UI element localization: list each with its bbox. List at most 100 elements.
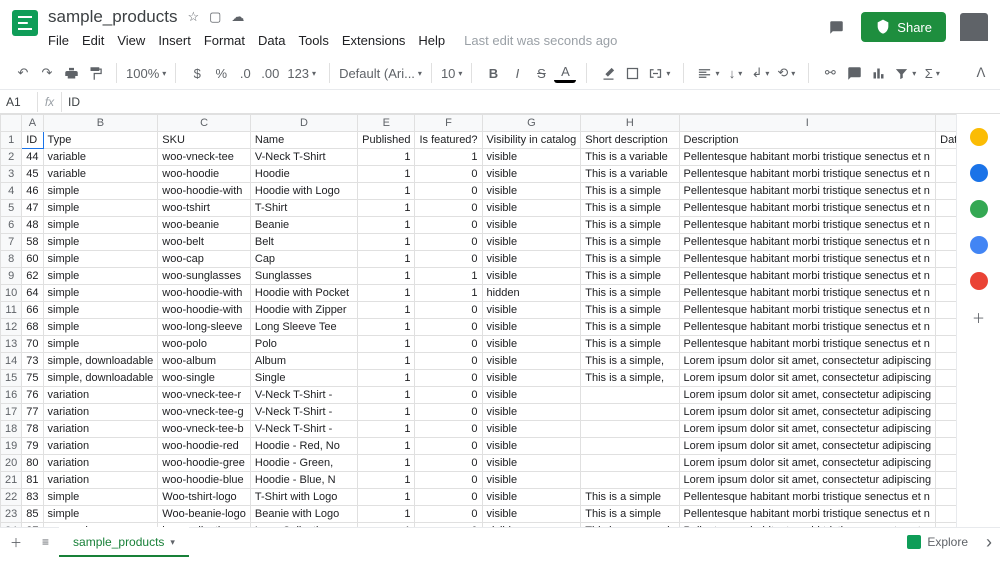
cell[interactable]: This is a simple — [581, 200, 679, 217]
cell[interactable]: Is featured? — [415, 132, 482, 149]
cell[interactable]: simple — [43, 302, 158, 319]
cell[interactable]: 1 — [358, 149, 415, 166]
cell[interactable]: 0 — [415, 455, 482, 472]
cell[interactable]: SKU — [158, 132, 251, 149]
cell[interactable]: woo-vneck-tee-g — [158, 404, 251, 421]
doc-title[interactable]: sample_products — [48, 7, 177, 27]
row-header[interactable]: 21 — [1, 472, 22, 489]
cell[interactable]: woo-vneck-tee-r — [158, 387, 251, 404]
cell[interactable]: 1 — [358, 166, 415, 183]
cell[interactable]: This is a grouped — [581, 523, 679, 528]
cell[interactable]: simple — [43, 268, 158, 285]
cell[interactable]: This is a variable — [581, 149, 679, 166]
cell[interactable]: 64 — [22, 285, 43, 302]
cell[interactable]: variation — [43, 421, 158, 438]
cell[interactable]: This is a simple — [581, 268, 679, 285]
cell[interactable]: woo-vneck-tee — [158, 149, 251, 166]
redo-button[interactable]: ↷ — [36, 61, 58, 85]
cell[interactable]: Lorem ipsum dolor sit amet, consectetur … — [679, 472, 936, 489]
menu-file[interactable]: File — [48, 33, 69, 48]
cell[interactable] — [936, 353, 956, 370]
name-box[interactable]: A1 — [0, 92, 38, 112]
cell[interactable]: 1 — [358, 336, 415, 353]
cell[interactable]: This is a simple — [581, 489, 679, 506]
cell[interactable] — [936, 336, 956, 353]
cell[interactable]: woo-cap — [158, 251, 251, 268]
zoom-select[interactable]: 100% — [123, 61, 169, 85]
cell[interactable]: V-Neck T-Shirt - — [250, 387, 357, 404]
cell[interactable]: visible — [482, 421, 581, 438]
cell[interactable]: 0 — [415, 336, 482, 353]
cell[interactable]: visible — [482, 268, 581, 285]
cell[interactable]: Short description — [581, 132, 679, 149]
cell[interactable] — [936, 166, 956, 183]
cell[interactable]: Hoodie with Logo — [250, 183, 357, 200]
strike-button[interactable]: S — [530, 61, 552, 85]
cell[interactable]: Pellentesque habitant morbi tristique se… — [679, 217, 936, 234]
cell[interactable] — [936, 438, 956, 455]
cell[interactable]: 75 — [22, 370, 43, 387]
cell[interactable] — [936, 285, 956, 302]
col-J[interactable]: J — [936, 115, 956, 132]
cell[interactable]: variation — [43, 455, 158, 472]
cell[interactable] — [936, 506, 956, 523]
cell[interactable]: visible — [482, 438, 581, 455]
cell[interactable]: Lorem ipsum dolor sit amet, consectetur … — [679, 370, 936, 387]
cell[interactable]: This is a simple — [581, 302, 679, 319]
cell[interactable]: 73 — [22, 353, 43, 370]
cell[interactable]: logo-collection — [158, 523, 251, 528]
cell[interactable]: 0 — [415, 404, 482, 421]
link-button[interactable]: ⚯ — [819, 61, 841, 85]
cell[interactable] — [936, 251, 956, 268]
col-H[interactable]: H — [581, 115, 679, 132]
cell[interactable]: 0 — [415, 251, 482, 268]
cell[interactable] — [936, 200, 956, 217]
cell[interactable]: 79 — [22, 438, 43, 455]
row-header[interactable]: 16 — [1, 387, 22, 404]
cell[interactable]: 1 — [358, 302, 415, 319]
row-header[interactable]: 3 — [1, 166, 22, 183]
cell[interactable]: woo-polo — [158, 336, 251, 353]
cell[interactable]: 0 — [415, 217, 482, 234]
row-header[interactable]: 18 — [1, 421, 22, 438]
menu-tools[interactable]: Tools — [298, 33, 328, 48]
cell[interactable]: T-Shirt with Logo — [250, 489, 357, 506]
cell[interactable]: This is a variable — [581, 166, 679, 183]
cell[interactable]: 1 — [358, 523, 415, 528]
cell[interactable]: visible — [482, 472, 581, 489]
cell[interactable] — [936, 217, 956, 234]
cell[interactable]: Pellentesque habitant morbi tristique se… — [679, 166, 936, 183]
increase-decimal-button[interactable]: .00 — [258, 61, 282, 85]
menu-view[interactable]: View — [117, 33, 145, 48]
explore-button[interactable]: Explore — [897, 531, 978, 553]
cell[interactable]: Polo — [250, 336, 357, 353]
text-color-button[interactable]: A — [554, 63, 576, 83]
cell[interactable]: Belt — [250, 234, 357, 251]
cell[interactable]: visible — [482, 506, 581, 523]
col-F[interactable]: F — [415, 115, 482, 132]
cell[interactable]: hidden — [482, 285, 581, 302]
cell[interactable]: Sunglasses — [250, 268, 357, 285]
cell[interactable]: 78 — [22, 421, 43, 438]
cell[interactable]: Description — [679, 132, 936, 149]
cell[interactable]: This is a simple, — [581, 353, 679, 370]
cell[interactable]: 0 — [415, 234, 482, 251]
percent-button[interactable]: % — [210, 61, 232, 85]
filter-button[interactable] — [891, 61, 919, 85]
row-header[interactable]: 11 — [1, 302, 22, 319]
cell[interactable]: visible — [482, 166, 581, 183]
cell[interactable]: Lorem ipsum dolor sit amet, consectetur … — [679, 421, 936, 438]
cell[interactable]: 60 — [22, 251, 43, 268]
cell[interactable]: 81 — [22, 472, 43, 489]
currency-button[interactable]: $ — [186, 61, 208, 85]
cell[interactable]: Lorem ipsum dolor sit amet, consectetur … — [679, 353, 936, 370]
side-addon-0[interactable] — [970, 128, 988, 146]
cell[interactable]: 1 — [358, 200, 415, 217]
cell[interactable]: variable — [43, 149, 158, 166]
cell[interactable]: simple — [43, 200, 158, 217]
cell[interactable]: Beanie with Logo — [250, 506, 357, 523]
cell[interactable]: This is a simple — [581, 234, 679, 251]
cell[interactable]: 1 — [358, 234, 415, 251]
cell[interactable]: Hoodie with Pocket — [250, 285, 357, 302]
cell[interactable]: 1 — [358, 183, 415, 200]
